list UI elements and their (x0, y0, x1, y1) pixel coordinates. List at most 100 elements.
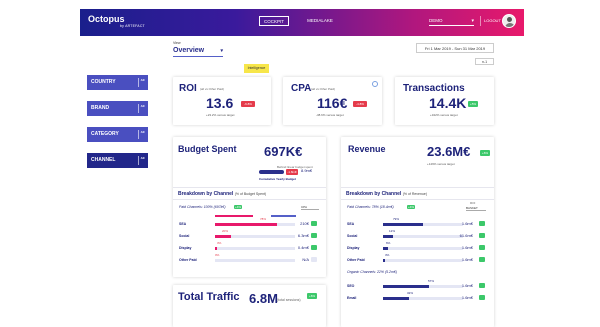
breakdown-subtitle: (% of Revenue) (402, 192, 428, 196)
organic-channels-label: Organic Channels: 22% (5.2m€) (347, 270, 397, 274)
kpi-value: 13.6 (206, 95, 234, 111)
channel-bar-fill (383, 223, 423, 226)
channel-percent: 3% (217, 241, 222, 245)
channel-bar (215, 247, 295, 250)
channel-label: SEA (179, 222, 187, 226)
card-title: Budget Spent (178, 144, 237, 154)
channel-bar (383, 247, 463, 250)
divider (173, 199, 326, 200)
breakdown-title: Breakdown by Channel (% of Revenue) (346, 191, 427, 197)
channel-bar-fill (215, 223, 278, 226)
channel-status-badge (479, 257, 485, 262)
logout-button[interactable]: LOGOUT (480, 16, 501, 26)
divider (341, 187, 494, 188)
kpi-title: ROI (179, 83, 197, 94)
kpi-value: 116€ (317, 95, 348, 111)
filter-channel[interactable]: CHANNEL All (87, 153, 148, 168)
breakdown-subtitle: (% of Budget Spent) (234, 192, 267, 196)
channel-status-badge (479, 233, 485, 238)
kpi-delta-badge: +5% (468, 101, 478, 107)
kpi-title: Transactions (403, 83, 465, 94)
revenue-delta-badge: +6% (480, 150, 490, 156)
breakdown-title-text: Breakdown by Channel (346, 191, 402, 197)
view-select[interactable]: Overview ▾ (173, 47, 223, 57)
paid-channels-label: Paid Channels: 100% (697k€) (179, 205, 226, 209)
legend-line (271, 215, 296, 217)
legend-line (215, 215, 253, 217)
card-title: Revenue (348, 144, 386, 154)
channel-bar-fill (383, 259, 386, 262)
channel-status-badge (311, 221, 317, 226)
metric-select[interactable]: BASKET (466, 206, 486, 211)
app-logo[interactable]: Octopus (88, 14, 125, 24)
channel-label: Email (347, 296, 357, 300)
kpi-card-transactions: Transactions 14.4K +5% +342% versus targ… (395, 77, 494, 125)
channel-label: Display (179, 246, 192, 250)
channel-percent: 32% (407, 291, 414, 295)
channel-bar (215, 259, 295, 262)
date-range-picker[interactable]: Fri 1 Mar 2019 - Sun 31 Mar 2019 (416, 43, 494, 53)
filter-category[interactable]: CATEGORY All (87, 127, 148, 142)
channel-value: 61.6m€ (459, 233, 473, 238)
filter-brand[interactable]: BRAND All (87, 101, 148, 116)
breakdown-title: Breakdown by Channel (% of Budget Spent) (178, 191, 266, 197)
channel-status-badge (311, 257, 317, 262)
kpi-delta-badge: -4.8% (353, 101, 367, 107)
total-traffic-card: Total Traffic 6.8M (total sessions) +6% (173, 285, 326, 327)
filter-badge: All (138, 130, 146, 139)
breakdown-title-text: Breakdown by Channel (178, 191, 234, 197)
chevron-down-icon: ▾ (471, 18, 474, 24)
channel-bar (383, 285, 463, 288)
channel-value: 0.4m€ (297, 245, 309, 250)
budget-spent-card: Budget Spent 697K€ Behind linear budget … (173, 137, 326, 277)
filter-country[interactable]: COUNTRY All (87, 75, 148, 90)
channel-bar (383, 223, 463, 226)
channel-value: 1.6m€ (461, 283, 473, 288)
channel-bar (215, 223, 295, 226)
divider (341, 199, 494, 200)
logout-label: LOGOUT (484, 18, 501, 23)
avatar[interactable] (502, 14, 516, 28)
chevron-down-icon: ▾ (220, 48, 223, 54)
account-select[interactable]: DEMO ▾ (429, 18, 474, 26)
cumulative-budget-label: Cumulative Yearly Budget (259, 177, 296, 181)
tab-cockpit[interactable]: COCKPIT (259, 16, 289, 26)
filter-label: CHANNEL (91, 157, 116, 163)
channel-label: SEO (347, 284, 355, 288)
channel-status-badge (479, 283, 485, 288)
channel-status-badge (479, 221, 485, 226)
channel-label: Display (347, 246, 360, 250)
filter-badge: All (138, 78, 146, 87)
channel-bar-fill (383, 297, 409, 300)
channel-value: 1.6m€ (461, 245, 473, 250)
channel-bar-fill (215, 247, 218, 250)
help-icon[interactable] (372, 81, 378, 87)
kpi-subtitle: (all vs Other Paid) (311, 87, 336, 91)
kpi-target: +23.2% versus target (206, 113, 235, 117)
channel-bar (383, 235, 463, 238)
kpi-subtitle: (all vs Other Paid) (200, 87, 225, 91)
view-select-value: Overview (173, 47, 205, 54)
channel-bar-fill (383, 285, 429, 288)
budget-progress-bar (259, 170, 284, 174)
app-logo-subtitle: by ARTEFACT (120, 24, 145, 28)
channel-label: Other Paid (347, 258, 365, 262)
view-label: View (173, 41, 181, 45)
channel-percent: 3% (385, 253, 390, 257)
metric-select[interactable]: CPA (301, 205, 319, 210)
tab-medialake[interactable]: MEDIALAKE (303, 16, 337, 26)
kpi-card-roi: ROI (all vs Other Paid) 13.6 -6.8% +23.2… (173, 77, 271, 125)
channel-percent: 78% (260, 217, 267, 221)
divider (173, 187, 326, 188)
channel-value: 210€ (300, 221, 309, 226)
revenue-value: 23.6M€ (427, 144, 471, 159)
comparison-select[interactable]: n-1 (475, 58, 494, 65)
kpi-delta-badge: -6.8% (241, 101, 255, 107)
channel-status-badge (311, 233, 317, 238)
kpi-value: 14.4K (429, 95, 467, 111)
filter-label: CATEGORY (91, 131, 119, 137)
channel-value: N/A (302, 257, 309, 262)
channel-percent: 79% (393, 217, 400, 221)
traffic-subtitle: (total sessions) (277, 298, 301, 302)
intelligence-button[interactable]: Intelligence (244, 64, 269, 73)
